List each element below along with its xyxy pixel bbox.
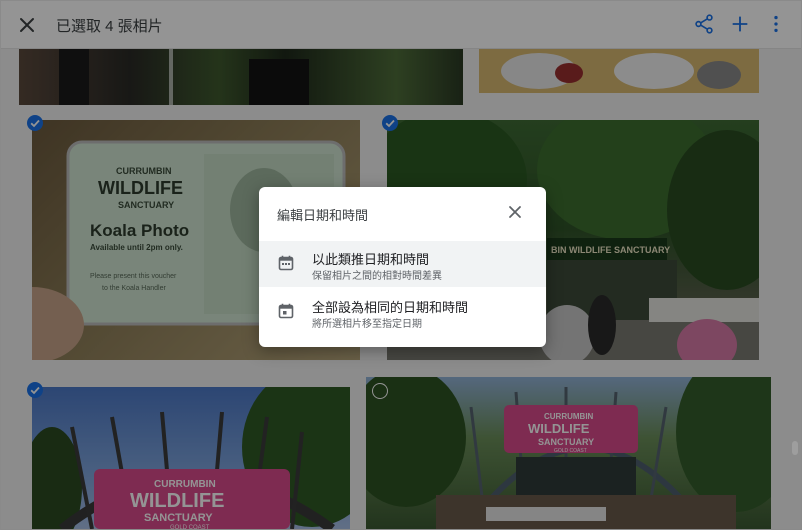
calendar-icon [277,254,295,272]
close-icon[interactable] [506,203,524,221]
option-label: 以此類推日期和時間 [312,252,430,267]
option-set-same-date[interactable]: 全部設為相同的日期和時間 將所選相片移至指定日期 [259,289,546,335]
dialog-title: 編輯日期和時間 [277,208,369,223]
option-label: 全部設為相同的日期和時間 [312,300,469,315]
scrollbar-thumb[interactable] [792,441,798,455]
option-description: 將所選相片移至指定日期 [312,319,422,330]
option-description: 保留相片之間的相對時間差異 [312,271,442,282]
option-shift-dates[interactable]: 以此類推日期和時間 保留相片之間的相對時間差異 [259,241,546,287]
edit-date-time-dialog: 編輯日期和時間 以此類推日期和時間 保留相片之間的相對時間差異 全部設為相同的日… [259,187,546,347]
app-window: 已選取 4 張相片 CURRUMBIN WILDLIFE SANCTUARY K… [0,0,802,530]
calendar-event-icon [277,302,295,320]
